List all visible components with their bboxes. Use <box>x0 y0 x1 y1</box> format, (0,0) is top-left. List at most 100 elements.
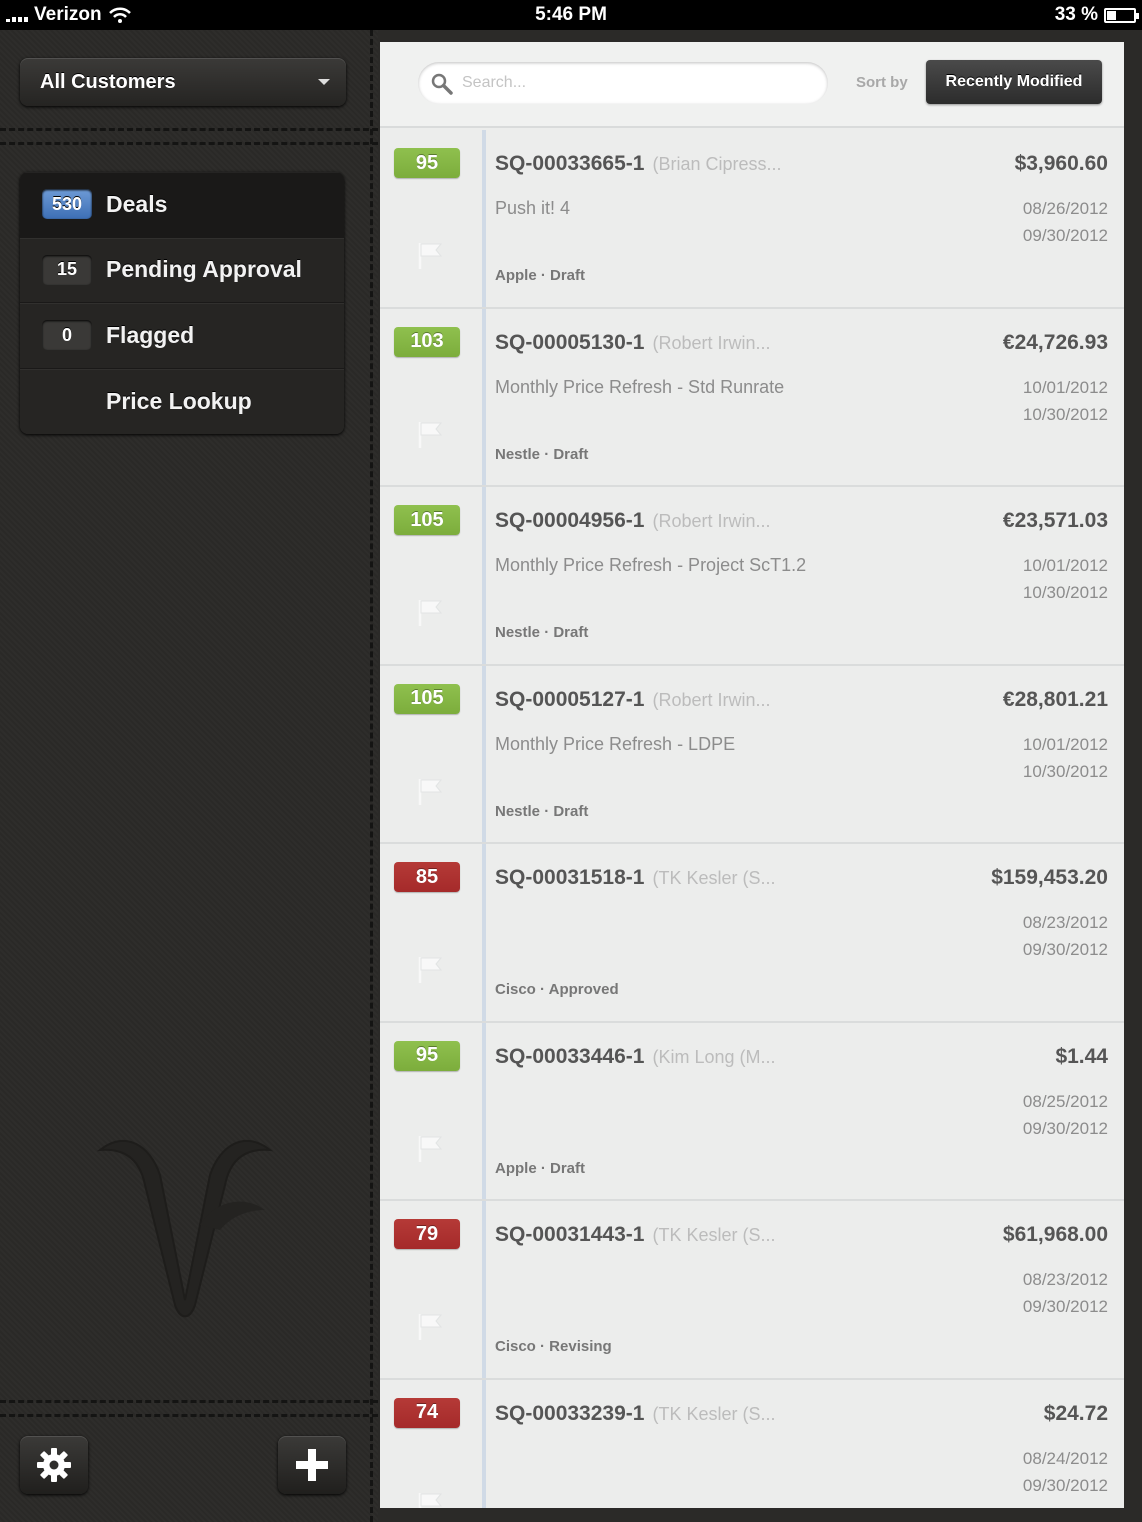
account-status: Nestle · Draft <box>495 624 589 641</box>
count-badge: 530 <box>42 189 92 220</box>
search-icon <box>431 73 453 95</box>
app-logo-watermark <box>96 1139 274 1318</box>
list-toolbar: Sort by Recently Modified <box>380 42 1124 128</box>
score-badge: 103 <box>394 326 460 357</box>
sidebar-item-pending-approval[interactable]: 15 Pending Approval <box>20 237 344 303</box>
score-badge: 95 <box>394 148 460 178</box>
sort-button[interactable]: Recently Modified <box>926 60 1102 104</box>
account-status: Nestle · Draft <box>495 802 589 820</box>
sort-label: Sort by <box>856 74 908 91</box>
sidebar-item-deals[interactable]: 530 Deals <box>20 172 344 238</box>
deal-row[interactable]: 95 SQ-00033446-1 (Kim Long (M... $1.44 08… <box>380 1023 1124 1201</box>
flag-icon[interactable] <box>416 1133 444 1163</box>
customer-filter-dropdown[interactable]: All Customers <box>20 58 346 106</box>
quote-id: SQ-00033446-1 (Kim Long (M... <box>495 1044 776 1068</box>
deal-row[interactable]: 105 SQ-00005127-1 (Robert Irwin... €28,80… <box>380 666 1124 844</box>
clock: 5:46 PM <box>535 4 607 25</box>
quote-id: SQ-00031518-1 (TK Kesler (S... <box>495 866 776 889</box>
search-bar[interactable] <box>418 62 828 104</box>
flag-icon[interactable] <box>416 1490 444 1509</box>
count-badge: 0 <box>42 320 92 351</box>
quote-id: SQ-00005127-1 (Robert Irwin... <box>495 687 771 711</box>
end-date: 09/30/2012 <box>1022 1118 1108 1138</box>
owner-name: (TK Kesler (S... <box>652 1225 776 1245</box>
count-badge: 15 <box>42 254 92 285</box>
deal-amount: €23,571.03 <box>1002 509 1108 532</box>
count-badge-empty <box>42 386 92 416</box>
deal-description: Push it! 4 <box>495 198 571 218</box>
gear-icon <box>37 1448 71 1482</box>
start-date: 10/01/2012 <box>1022 734 1108 754</box>
stitch-line-top <box>0 128 378 131</box>
account-status: Apple · Draft <box>495 1159 585 1177</box>
sidebar-stitch-divider <box>370 30 373 1522</box>
deals-panel: Sort by Recently Modified 95 SQ-00033665… <box>380 42 1124 1508</box>
settings-button[interactable] <box>20 1436 88 1494</box>
customer-filter-label: All Customers <box>40 70 176 93</box>
end-date: 10/30/2012 <box>1022 404 1108 424</box>
deal-amount: $61,968.00 <box>1002 1223 1108 1246</box>
add-deal-button[interactable] <box>278 1436 346 1494</box>
battery-percent: 33 % <box>1054 4 1098 25</box>
score-badge: 79 <box>394 1219 460 1249</box>
plus-icon <box>296 1449 328 1481</box>
account-status: Cisco · Approved <box>495 981 619 998</box>
battery-icon <box>1104 7 1139 23</box>
stitch-line-top-2 <box>0 142 378 145</box>
deal-description: Monthly Price Refresh - LDPE <box>495 733 736 754</box>
end-date: 09/30/2012 <box>1022 940 1108 959</box>
deal-row[interactable]: 74 SQ-00033239-1 (TK Kesler (S... $24.72 … <box>380 1380 1124 1509</box>
deal-row[interactable]: 85 SQ-00031518-1 (TK Kesler (S... $159,45… <box>380 844 1124 1023</box>
deal-row[interactable]: 103 SQ-00005130-1 (Robert Irwin... €24,72… <box>380 309 1124 487</box>
owner-name: (Kim Long (M... <box>652 1046 776 1067</box>
start-date: 08/23/2012 <box>1022 1270 1108 1289</box>
end-date: 10/30/2012 <box>1022 583 1108 602</box>
chevron-down-icon <box>318 79 330 85</box>
sidebar-item-price-lookup[interactable]: Price Lookup <box>20 368 344 434</box>
deal-amount: $1.44 <box>1055 1044 1108 1068</box>
sidebar-item-label: Deals <box>106 190 168 217</box>
flag-icon[interactable] <box>416 1311 444 1341</box>
score-badge: 105 <box>394 505 460 535</box>
sidebar-item-label: Flagged <box>106 321 195 348</box>
battery-info: 33 % <box>1054 4 1139 26</box>
flag-icon[interactable] <box>416 597 444 627</box>
score-badge: 74 <box>394 1397 460 1428</box>
start-date: 08/24/2012 <box>1022 1448 1108 1468</box>
deal-row[interactable]: 105 SQ-00004956-1 (Robert Irwin... €23,57… <box>380 487 1124 666</box>
flag-icon[interactable] <box>416 240 444 270</box>
score-badge: 95 <box>394 1040 460 1071</box>
account-status: Apple · Draft <box>495 267 585 284</box>
owner-name: (Robert Irwin... <box>652 332 771 353</box>
score-badge: 85 <box>394 862 460 892</box>
deal-amount: €28,801.21 <box>1002 687 1108 711</box>
owner-name: (Robert Irwin... <box>652 511 771 531</box>
quote-id: SQ-00031443-1 (TK Kesler (S... <box>495 1223 776 1246</box>
deal-row[interactable]: 95 SQ-00033665-1 (Brian Cipress... $3,960… <box>380 130 1124 309</box>
stitch-line-bottom <box>0 1400 378 1403</box>
start-date: 08/23/2012 <box>1022 913 1108 932</box>
end-date: 09/30/2012 <box>1022 1297 1108 1316</box>
search-input[interactable] <box>462 70 812 96</box>
flag-icon[interactable] <box>416 776 444 806</box>
end-date: 10/30/2012 <box>1022 761 1108 781</box>
quote-id: SQ-00033665-1 (Brian Cipress... <box>495 152 782 175</box>
sidebar-bottom-bar <box>0 1408 378 1522</box>
deal-description: Monthly Price Refresh - Project ScT1.2 <box>495 555 807 575</box>
deal-amount: $3,960.60 <box>1014 152 1108 175</box>
flag-icon[interactable] <box>416 419 444 449</box>
owner-name: (Robert Irwin... <box>652 689 771 710</box>
start-date: 10/01/2012 <box>1022 377 1108 397</box>
deal-amount: €24,726.93 <box>1002 330 1108 354</box>
sidebar-item-label: Pending Approval <box>106 256 302 283</box>
quote-id: SQ-00004956-1 (Robert Irwin... <box>495 509 771 532</box>
account-status: Nestle · Draft <box>495 445 589 463</box>
start-date: 10/01/2012 <box>1022 556 1108 575</box>
flag-icon[interactable] <box>416 954 444 984</box>
account-status: Cisco · Revising <box>495 1338 612 1355</box>
sidebar-item-label: Price Lookup <box>106 387 252 414</box>
deal-row[interactable]: 79 SQ-00031443-1 (TK Kesler (S... $61,968… <box>380 1201 1124 1380</box>
sidebar-item-flagged[interactable]: 0 Flagged <box>20 303 344 369</box>
start-date: 08/26/2012 <box>1022 199 1108 218</box>
deal-list: 95 SQ-00033665-1 (Brian Cipress... $3,960… <box>380 130 1124 1508</box>
